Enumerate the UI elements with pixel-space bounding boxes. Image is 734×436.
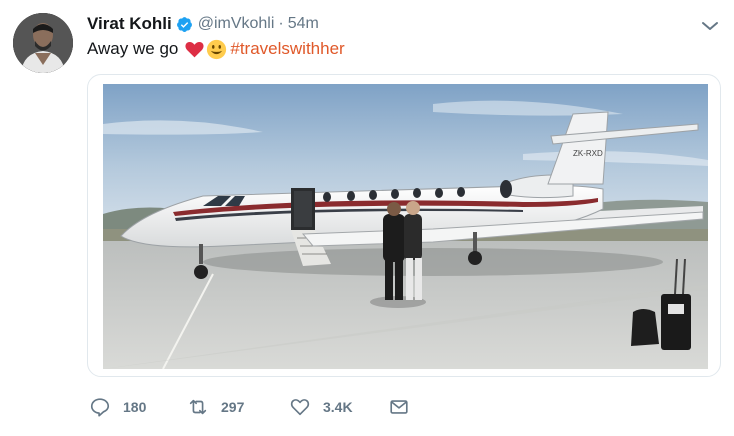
media-card[interactable]: ZK-RXD [87, 74, 721, 377]
tweet-card: Virat Kohli @imVkohli · 54m Away we go #… [0, 0, 734, 436]
envelope-icon [390, 400, 408, 414]
header-separator: · [278, 15, 284, 32]
tweet-actions: 180 297 3.4K [87, 396, 487, 418]
red-heart-emoji-icon [184, 39, 205, 60]
tweet-timestamp[interactable]: 54m [288, 15, 319, 33]
heart-icon [290, 399, 310, 416]
avatar-image [13, 13, 73, 73]
tweet-header: Virat Kohli @imVkohli · 54m [87, 14, 319, 34]
author-handle[interactable]: @imVkohli [198, 15, 275, 33]
author-name[interactable]: Virat Kohli [87, 14, 172, 34]
tweet-photo[interactable]: ZK-RXD [103, 84, 708, 369]
chevron-down-icon[interactable] [698, 14, 722, 38]
tweet-text: Away we go #travelswithher [87, 38, 345, 60]
reply-count: 180 [123, 399, 147, 415]
smiley-face-emoji-icon [206, 39, 227, 60]
retweet-button[interactable]: 297 [187, 396, 244, 418]
hashtag-link[interactable]: #travelswithher [230, 38, 344, 60]
verified-badge-icon [176, 16, 193, 33]
aircraft-registration: ZK-RXD [573, 149, 603, 158]
like-count: 3.4K [323, 399, 353, 415]
like-button[interactable]: 3.4K [289, 396, 353, 418]
tweet-text-body: Away we go [87, 39, 179, 58]
private-jet-photo: ZK-RXD [103, 84, 708, 369]
avatar[interactable] [13, 13, 73, 73]
retweet-count: 297 [221, 399, 245, 415]
direct-message-button[interactable] [388, 396, 410, 418]
retweet-icon [189, 399, 207, 415]
reply-icon [90, 398, 110, 417]
reply-button[interactable]: 180 [89, 396, 146, 418]
